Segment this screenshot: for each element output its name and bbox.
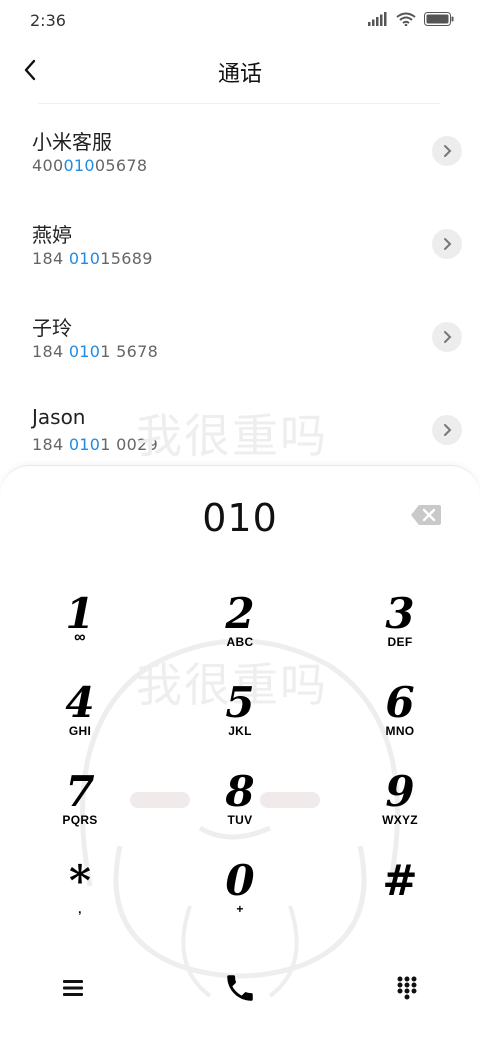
number-prefix: 184 bbox=[32, 435, 69, 454]
number-prefix: 184 bbox=[32, 249, 69, 268]
backspace-icon bbox=[411, 505, 441, 525]
key-3[interactable]: 3 DEF bbox=[340, 591, 460, 671]
contact-detail-button[interactable] bbox=[432, 322, 462, 352]
key-0[interactable]: 0 + bbox=[180, 858, 300, 938]
voicemail-icon: ∞ bbox=[74, 629, 86, 646]
number-suffix: 1 5678 bbox=[100, 342, 159, 361]
phone-icon bbox=[227, 975, 253, 1001]
header: 通话 bbox=[0, 44, 480, 100]
number-match-highlight: 010 bbox=[68, 249, 101, 268]
number-suffix: 15689 bbox=[100, 249, 153, 268]
key-9[interactable]: 9 WXYZ bbox=[340, 769, 460, 849]
status-icons bbox=[368, 12, 454, 26]
contact-number: 184 01015689 bbox=[32, 249, 153, 268]
key-letters: WXYZ bbox=[382, 813, 418, 827]
contact-row[interactable]: 小米客服 40001005678 bbox=[0, 108, 480, 201]
status-bar: 2:36 bbox=[0, 0, 480, 42]
key-letters: TUV bbox=[227, 813, 253, 827]
key-6[interactable]: 6 MNO bbox=[340, 680, 460, 760]
battery-icon bbox=[424, 12, 454, 26]
number-match-highlight: 010 bbox=[68, 435, 101, 454]
contact-name: 燕婷 bbox=[32, 223, 72, 247]
menu-icon bbox=[63, 980, 83, 996]
wifi-icon bbox=[396, 12, 416, 26]
dial-input-display[interactable]: 010 bbox=[0, 496, 480, 540]
key-7[interactable]: 7 PQRS bbox=[20, 769, 140, 849]
contact-detail-button[interactable] bbox=[432, 229, 462, 259]
key-letters: ABC bbox=[226, 635, 254, 649]
key-5[interactable]: 5 JKL bbox=[180, 680, 300, 760]
contact-number: 40001005678 bbox=[32, 156, 147, 175]
contact-name: 小米客服 bbox=[32, 130, 112, 154]
number-match-highlight: 010 bbox=[68, 342, 101, 361]
status-time: 2:36 bbox=[30, 11, 66, 30]
contact-number: 184 0101 5678 bbox=[32, 342, 158, 361]
call-button[interactable] bbox=[215, 966, 265, 1010]
key-letters: MNO bbox=[385, 724, 415, 738]
header-divider bbox=[38, 103, 440, 104]
key-digit: 9 bbox=[385, 767, 415, 816]
contact-row[interactable]: 燕婷 184 01015689 bbox=[0, 201, 480, 294]
key-hash[interactable]: # bbox=[340, 858, 460, 938]
key-star[interactable]: * , bbox=[20, 858, 140, 938]
key-8[interactable]: 8 TUV bbox=[180, 769, 300, 849]
key-digit: # bbox=[382, 856, 418, 905]
key-digit: 6 bbox=[385, 678, 415, 727]
chevron-right-icon bbox=[444, 145, 452, 157]
key-digit: 8 bbox=[225, 767, 255, 816]
number-match-highlight: 010 bbox=[63, 156, 95, 175]
key-digit: 0 bbox=[225, 856, 255, 905]
key-1[interactable]: 1 ∞ bbox=[20, 591, 140, 671]
chevron-right-icon bbox=[444, 331, 452, 343]
contact-detail-button[interactable] bbox=[432, 136, 462, 166]
key-4[interactable]: 4 GHI bbox=[20, 680, 140, 760]
key-letters: PQRS bbox=[62, 813, 98, 827]
number-prefix: 400 bbox=[32, 156, 64, 175]
dialpad-panel: 我很重吗 010 1 ∞ 2 ABC 3 DEF 4 GHI 5 JKL 6 M… bbox=[0, 465, 480, 1040]
number-suffix: 05678 bbox=[94, 156, 148, 175]
contact-number: 184 0101 0029 bbox=[32, 435, 158, 454]
key-letters: GHI bbox=[68, 724, 92, 738]
number-suffix: 1 0029 bbox=[100, 435, 159, 454]
dialpad-icon bbox=[397, 976, 417, 1000]
key-letters: , bbox=[78, 902, 82, 916]
key-digit: 5 bbox=[225, 678, 255, 727]
key-letters: + bbox=[236, 902, 244, 916]
dialpad-toggle-button[interactable] bbox=[382, 966, 432, 1010]
chevron-right-icon bbox=[444, 424, 452, 436]
contact-detail-button[interactable] bbox=[432, 415, 462, 445]
dialpad-bottom-bar bbox=[0, 966, 480, 1016]
contact-name: Jason bbox=[32, 405, 86, 429]
backspace-button[interactable] bbox=[410, 504, 442, 526]
page-title: 通话 bbox=[217, 62, 262, 87]
chevron-right-icon bbox=[444, 238, 452, 250]
signal-icon bbox=[368, 12, 387, 26]
contact-name: 子玲 bbox=[32, 316, 72, 340]
key-digit: 3 bbox=[385, 589, 415, 638]
key-digit: 7 bbox=[65, 767, 95, 816]
menu-button[interactable] bbox=[48, 966, 98, 1010]
key-digit: 2 bbox=[225, 589, 255, 638]
key-letters: JKL bbox=[228, 724, 252, 738]
key-2[interactable]: 2 ABC bbox=[180, 591, 300, 671]
key-letters: DEF bbox=[387, 635, 413, 649]
key-digit: * bbox=[69, 856, 91, 905]
key-digit: 4 bbox=[65, 678, 95, 727]
number-prefix: 184 bbox=[32, 342, 69, 361]
contact-row[interactable]: 子玲 184 0101 5678 bbox=[0, 294, 480, 387]
contact-results-list: 小米客服 40001005678 燕婷 184 01015689 子玲 184 … bbox=[0, 108, 480, 480]
